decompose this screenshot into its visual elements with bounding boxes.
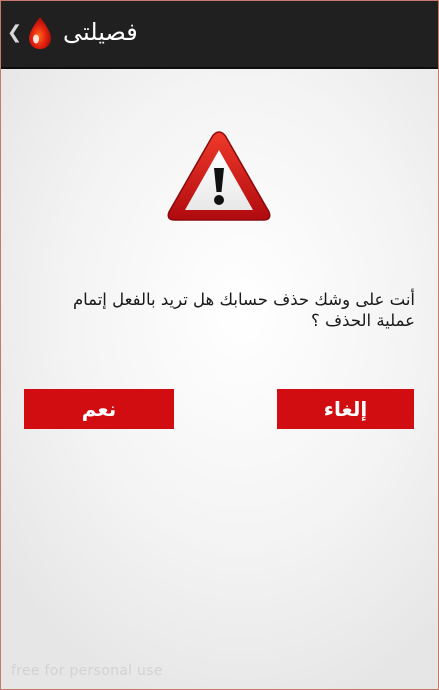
screen: ❮ فصيلتى أنت على وشك حذف حسابك هل تريد ب… bbox=[0, 0, 439, 690]
confirmation-message: أنت على وشك حذف حسابك هل تريد بالفعل إتم… bbox=[27, 289, 415, 331]
blood-drop-icon bbox=[29, 17, 51, 49]
app-bar: ❮ فصيلتى bbox=[1, 1, 438, 69]
message-line-2: عملية الحذف ؟ bbox=[311, 311, 415, 330]
app-title: فصيلتى bbox=[63, 18, 138, 46]
chevron-left-icon[interactable]: ❮ bbox=[7, 23, 22, 43]
confirm-delete-button[interactable]: نعم bbox=[24, 389, 174, 429]
warning-triangle-icon bbox=[167, 131, 271, 221]
watermark-text: free for personal use bbox=[11, 663, 163, 679]
message-line-1: أنت على وشك حذف حسابك هل تريد بالفعل إتم… bbox=[72, 290, 415, 309]
cancel-button[interactable]: إلغاء bbox=[277, 389, 414, 429]
